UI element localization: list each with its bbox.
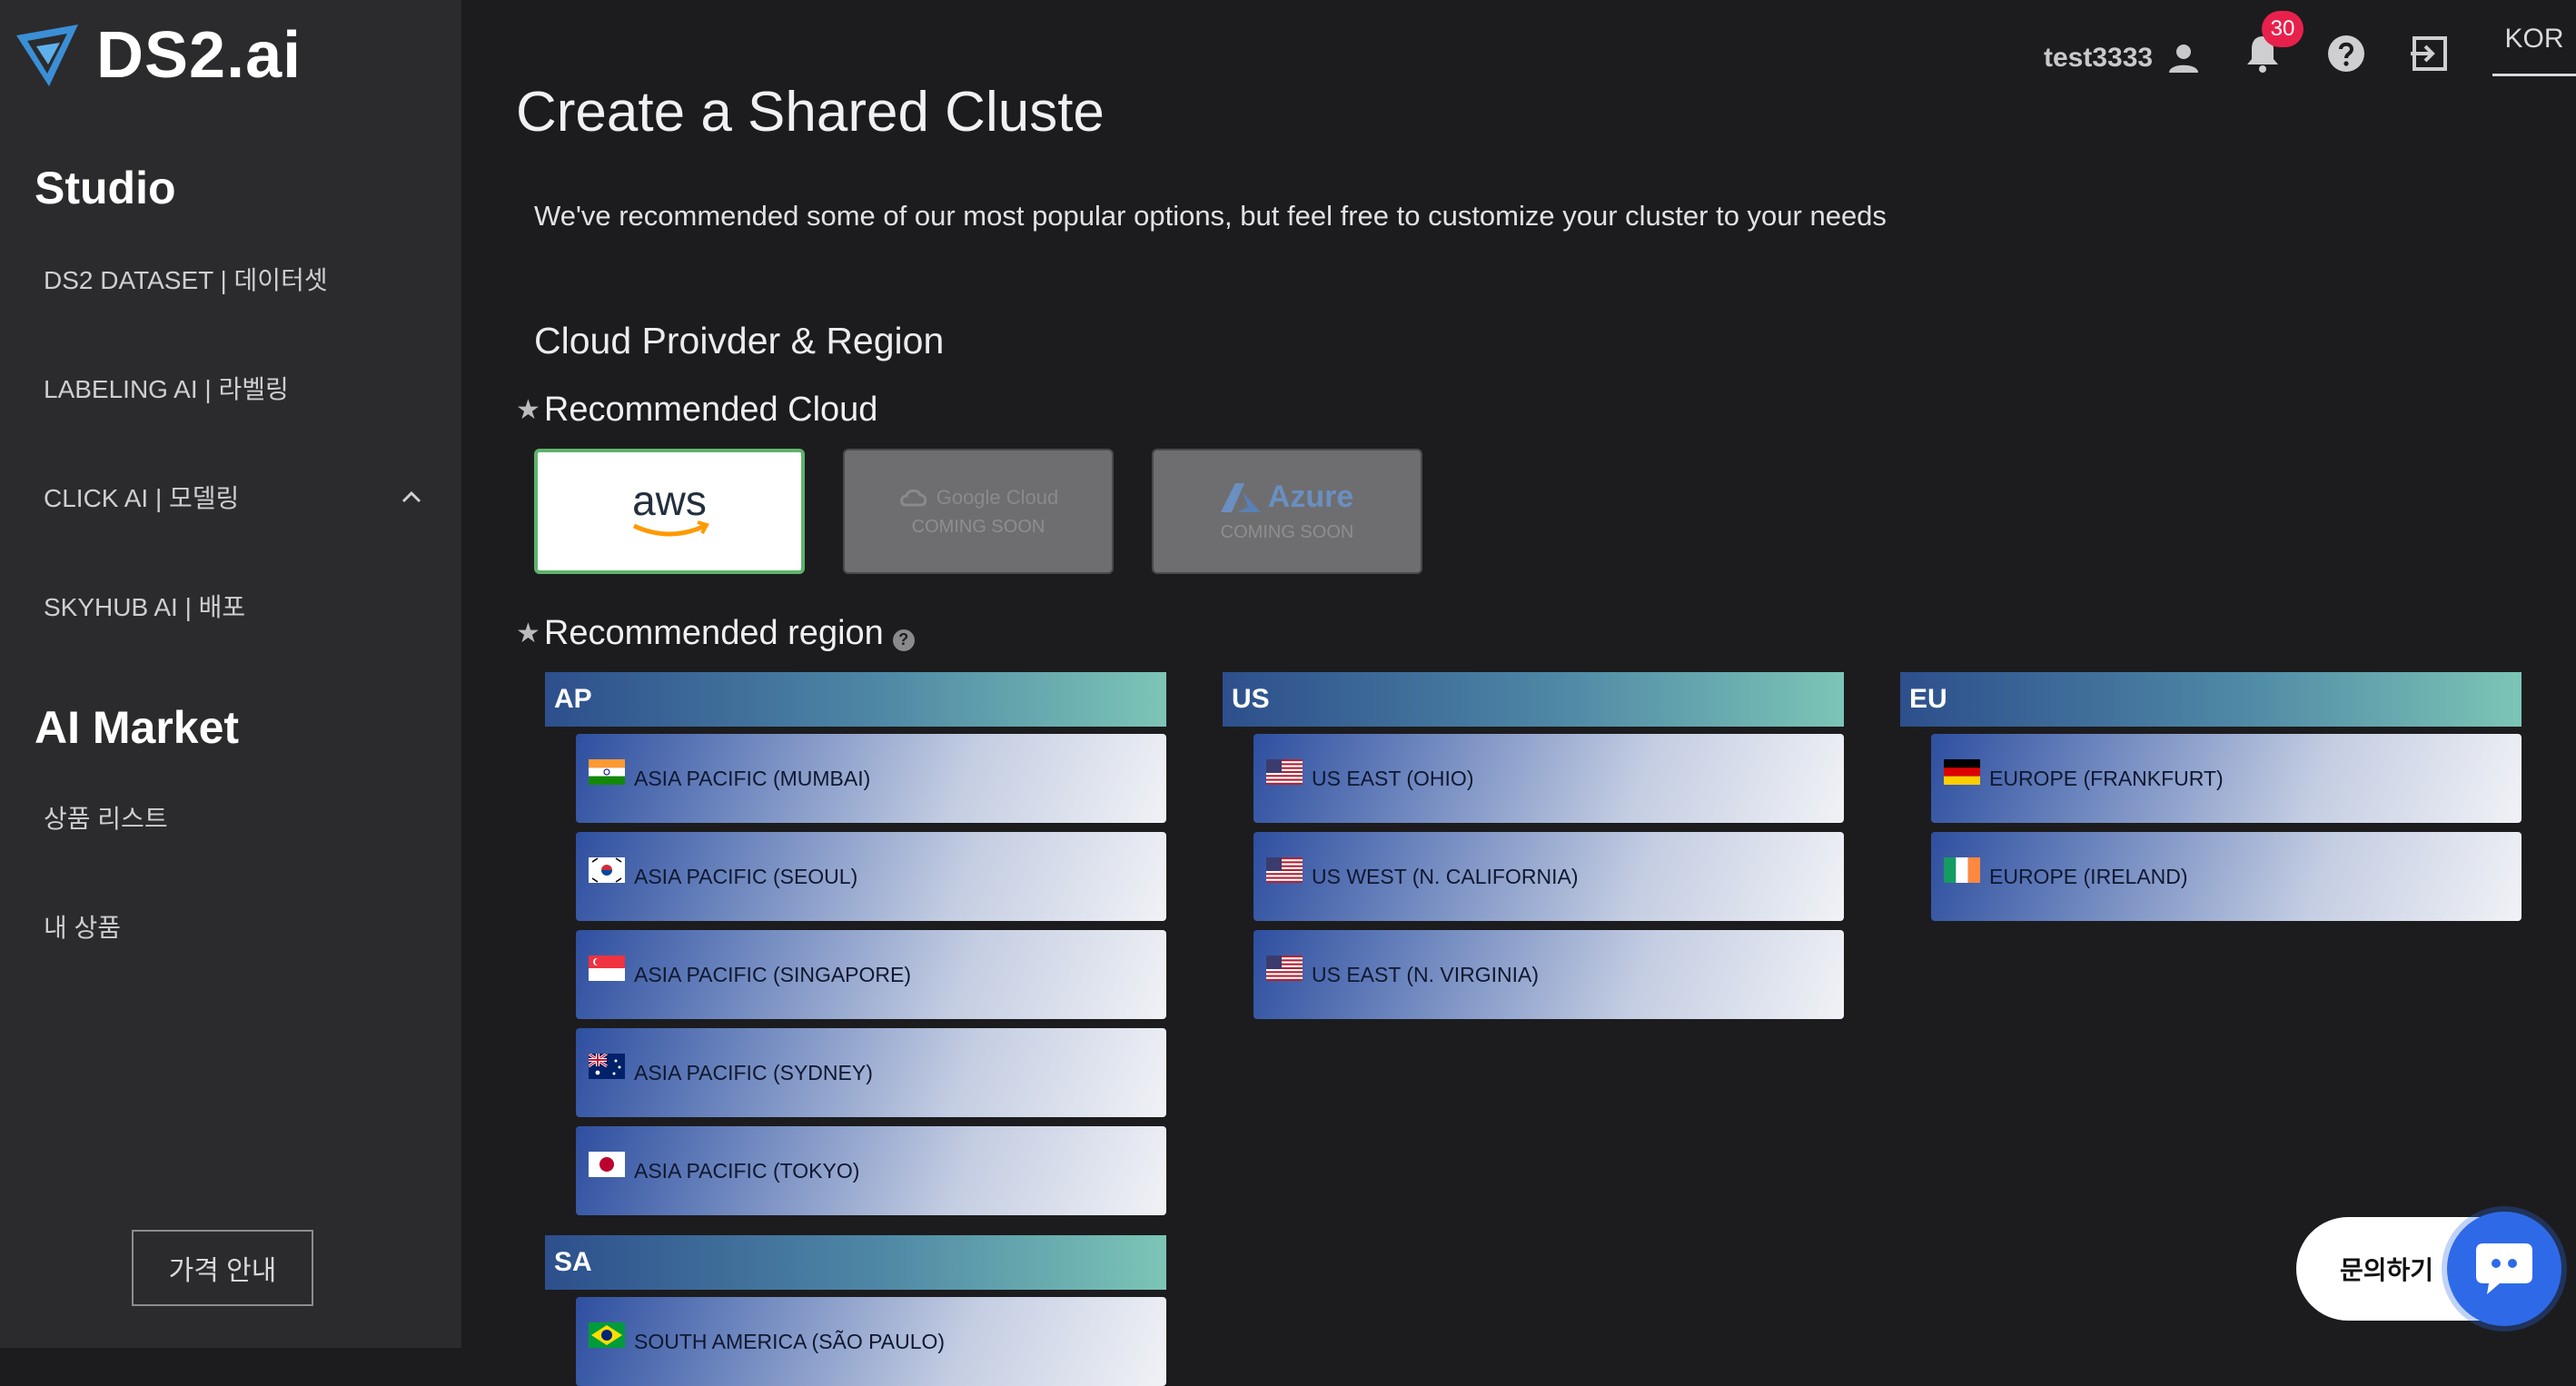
recommended-region-label: ★ Recommended region ? [516, 614, 915, 653]
recommended-region-text: Recommended region [543, 614, 884, 652]
cloud-card-google-cloud[interactable]: Google Cloud COMING SOON [843, 449, 1114, 574]
chat-bubble-icon [2476, 1243, 2532, 1294]
region-label: ASIA PACIFIC (SYDNEY) [634, 1061, 873, 1084]
star-icon: ★ [516, 619, 540, 648]
google-cloud-icon [899, 489, 926, 506]
region-ap-singapore[interactable]: ASIA PACIFIC (SINGAPORE) [576, 930, 1166, 1019]
region-eu-frankfurt[interactable]: EUROPE (FRANKFURT) [1931, 734, 2522, 823]
logout-icon[interactable] [2407, 31, 2452, 76]
sidebar-item-click-ai[interactable]: CLICK AI | 모델링 [44, 470, 425, 524]
region-group-eu: EU [1900, 672, 2522, 727]
azure-icon [1220, 482, 1261, 512]
brazil-flag-icon [589, 1322, 625, 1348]
pricing-button[interactable]: 가격 안내 [132, 1230, 313, 1306]
chat-launcher-button[interactable] [2447, 1212, 2561, 1326]
sidebar-item-skyhub-ai[interactable]: SKYHUB AI | 배포 [44, 579, 425, 633]
aws-logo-text: aws [632, 479, 707, 524]
region-label: ASIA PACIFIC (MUMBAI) [634, 767, 871, 790]
australia-flag-icon [589, 1054, 625, 1079]
sidebar-item-label: LABELING AI | 라벨링 [44, 375, 289, 403]
region-label: ASIA PACIFIC (SEOUL) [634, 865, 858, 888]
section-title: Cloud Proivder & Region [534, 320, 945, 361]
japan-flag-icon [589, 1152, 625, 1177]
star-icon: ★ [516, 395, 540, 425]
aws-logo-icon: aws [632, 479, 709, 537]
region-ap-seoul[interactable]: ASIA PACIFIC (SEOUL) [576, 832, 1166, 921]
user-menu[interactable]: test3333 [2044, 40, 2202, 76]
region-ap-tokyo[interactable]: ASIA PACIFIC (TOKYO) [576, 1126, 1166, 1215]
recommended-cloud-text: Recommended Cloud [543, 391, 878, 429]
region-eu-ireland[interactable]: EUROPE (IRELAND) [1931, 832, 2522, 921]
region-group-us: US [1223, 672, 1844, 727]
usa-flag-icon [1266, 955, 1303, 981]
user-icon [2169, 45, 2199, 73]
region-us-east-ohio[interactable]: US EAST (OHIO) [1253, 734, 1844, 823]
ireland-flag-icon [1944, 857, 1980, 883]
region-us-west-n-california[interactable]: US WEST (N. CALIFORNIA) [1253, 832, 1844, 921]
notification-badge: 30 [2262, 11, 2304, 47]
sidebar-item-label: CLICK AI | 모델링 [44, 484, 240, 512]
cloud-card-aws[interactable]: aws [534, 449, 805, 574]
sidebar-item-product-list[interactable]: 상품 리스트 [44, 790, 425, 845]
sidebar-item-label: 내 상품 [44, 914, 122, 942]
sidebar: DS2.ai Studio DS2 DATASET | 데이터셋 LABELIN… [0, 0, 461, 1348]
korea-flag-icon [589, 857, 625, 883]
region-label: EUROPE (FRANKFURT) [1989, 767, 2224, 790]
page-subtitle: We've recommended some of our most popul… [534, 200, 1887, 232]
recommended-cloud-label: ★ Recommended Cloud [516, 391, 877, 430]
brand-name: DS2.ai [96, 19, 302, 92]
region-label: US EAST (N. VIRGINIA) [1312, 963, 1540, 986]
cloud-card-azure[interactable]: Azure COMING SOON [1152, 449, 1422, 574]
help-icon[interactable] [2323, 31, 2369, 76]
region-label: SOUTH AMERICA (SÃO PAULO) [634, 1330, 946, 1353]
help-icon[interactable]: ? [892, 629, 915, 651]
usa-flag-icon [1266, 759, 1303, 785]
region-ap-sydney[interactable]: ASIA PACIFIC (SYDNEY) [576, 1028, 1166, 1117]
region-group-sa: SA [545, 1235, 1166, 1290]
azure-logo: Azure [1220, 480, 1354, 515]
ds2-logo-icon [16, 25, 78, 86]
chevron-up-icon[interactable] [398, 483, 425, 510]
ai-market-heading: AI Market [35, 702, 240, 753]
sidebar-item-labeling-ai[interactable]: LABELING AI | 라벨링 [44, 361, 425, 415]
region-group-ap: AP [545, 672, 1166, 727]
sidebar-item-ds2-dataset[interactable]: DS2 DATASET | 데이터셋 [44, 252, 425, 306]
germany-flag-icon [1944, 759, 1980, 785]
sidebar-item-label: DS2 DATASET | 데이터셋 [44, 266, 328, 294]
chat-label: 문의하기 [2340, 1256, 2434, 1284]
studio-heading: Studio [35, 163, 176, 213]
username: test3333 [2044, 43, 2154, 73]
sidebar-item-my-products[interactable]: 내 상품 [44, 899, 425, 954]
google-cloud-name: Google Cloud [936, 485, 1059, 509]
singapore-flag-icon [589, 955, 625, 981]
india-flag-icon [589, 759, 625, 785]
region-label: ASIA PACIFIC (SINGAPORE) [634, 963, 912, 986]
language-toggle[interactable]: KOR [2492, 24, 2576, 76]
region-label: ASIA PACIFIC (TOKYO) [634, 1159, 860, 1183]
region-label: EUROPE (IRELAND) [1989, 865, 2188, 888]
region-label: US EAST (OHIO) [1312, 767, 1474, 790]
coming-soon-label: COMING SOON [1220, 522, 1354, 542]
region-sa-sao-paulo[interactable]: SOUTH AMERICA (SÃO PAULO) [576, 1297, 1166, 1386]
usa-flag-icon [1266, 857, 1303, 883]
page-title: Create a Shared Cluste [516, 81, 1105, 144]
coming-soon-label: COMING SOON [911, 516, 1045, 537]
sidebar-item-label: 상품 리스트 [44, 805, 168, 833]
region-label: US WEST (N. CALIFORNIA) [1312, 865, 1579, 888]
region-us-east-n-virginia[interactable]: US EAST (N. VIRGINIA) [1253, 930, 1844, 1019]
brand-logo[interactable]: DS2.ai [15, 18, 302, 93]
sidebar-item-label: SKYHUB AI | 배포 [44, 593, 246, 621]
azure-name: Azure [1267, 480, 1354, 514]
region-ap-mumbai[interactable]: ASIA PACIFIC (MUMBAI) [576, 734, 1166, 823]
google-cloud-logo: Google Cloud [898, 485, 1059, 510]
